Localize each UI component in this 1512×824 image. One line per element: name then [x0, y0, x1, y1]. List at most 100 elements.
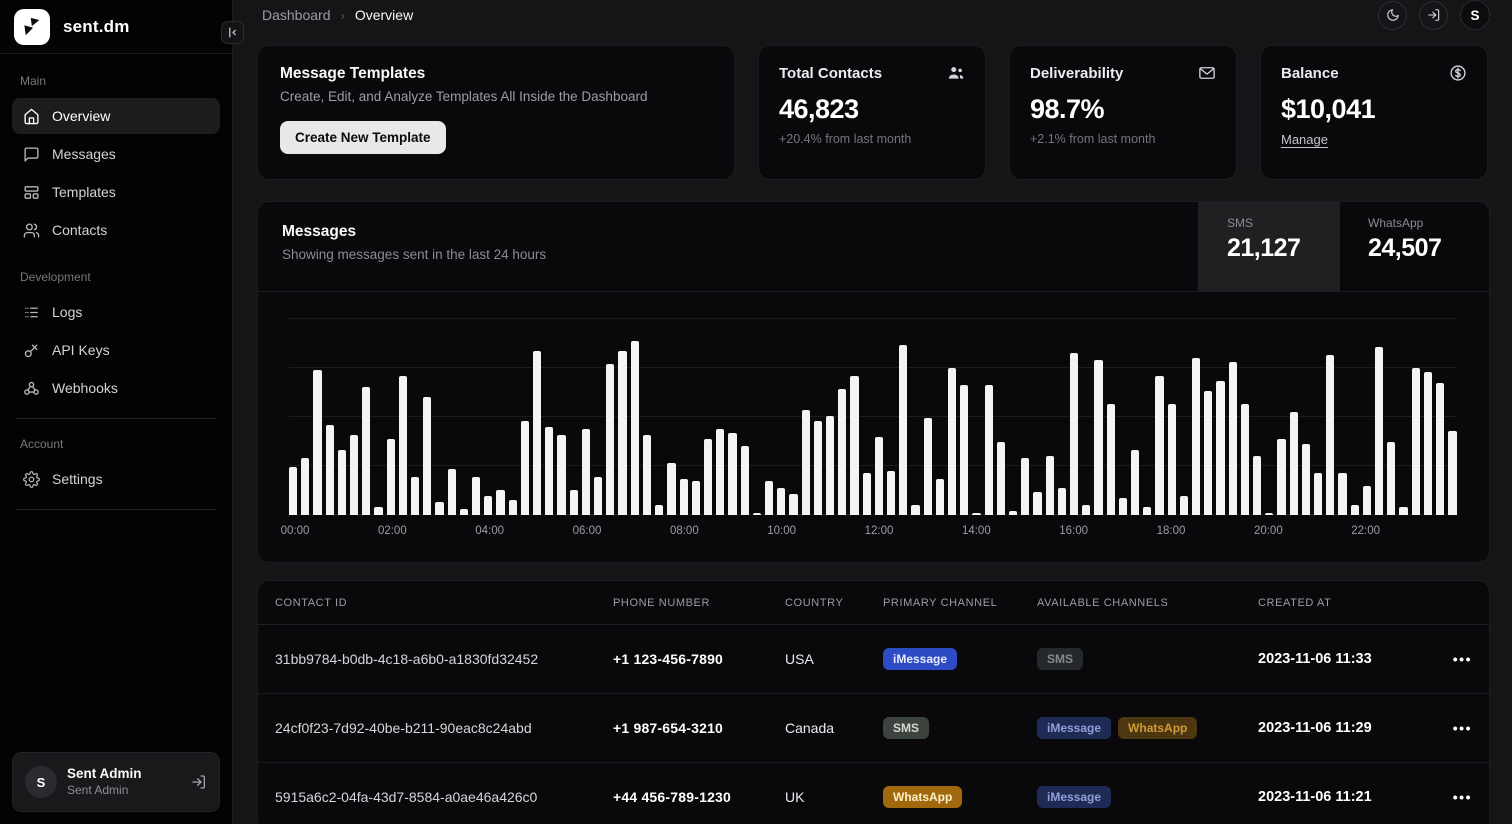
tab-whatsapp[interactable]: WhatsApp 24,507 [1339, 202, 1489, 291]
bar [509, 500, 517, 515]
sidebar-item-label: Templates [52, 184, 116, 200]
avatar[interactable]: S [1460, 0, 1490, 30]
available-channel-badge: iMessage [1037, 717, 1111, 739]
bar [704, 439, 712, 515]
signout-button[interactable] [1419, 1, 1448, 30]
column-header: PRIMARY CHANNEL [883, 597, 1037, 609]
bar [1094, 360, 1102, 515]
bar [667, 463, 675, 516]
bar [924, 418, 932, 515]
contact-id-cell: 31bb9784-b0db-4c18-a6b0-a1830fd32452 [275, 651, 613, 667]
available-channels-cell: iMessage [1037, 786, 1258, 808]
topbar: Dashboard › Overview S [233, 0, 1512, 30]
bar [338, 450, 346, 515]
logout-icon[interactable] [191, 774, 207, 790]
created-at-cell: 2023-11-06 11:33 [1258, 651, 1432, 667]
x-tick-label: 04:00 [475, 525, 504, 537]
available-channel-badge: iMessage [1037, 786, 1111, 808]
sidebar-collapse-button[interactable] [221, 21, 244, 44]
bar [838, 389, 846, 515]
bar [863, 473, 871, 515]
bar [557, 435, 565, 515]
contacts-table: CONTACT IDPHONE NUMBERCOUNTRYPRIMARY CHA… [257, 580, 1490, 824]
column-header: CONTACT ID [275, 597, 613, 609]
sidebar-item-templates[interactable]: Templates [12, 174, 220, 210]
messages-panel: Messages Showing messages sent in the la… [257, 201, 1490, 563]
app-name: sent.dm [63, 17, 130, 37]
sidebar-item-messages[interactable]: Messages [12, 136, 220, 172]
users-icon [947, 64, 965, 82]
bar [326, 425, 334, 515]
x-tick-label: 20:00 [1254, 525, 1283, 537]
row-actions-menu[interactable]: ••• [1432, 720, 1472, 736]
sidebar-item-label: API Keys [52, 342, 110, 358]
sidebar-item-webhooks[interactable]: Webhooks [12, 370, 220, 406]
stat-value: 46,823 [779, 94, 965, 125]
sidebar-item-api-keys[interactable]: API Keys [12, 332, 220, 368]
bar [802, 410, 810, 515]
user-name: Sent Admin [67, 766, 181, 783]
bar [1290, 412, 1298, 515]
bar [1314, 473, 1322, 515]
bar [1204, 391, 1212, 515]
sidebar: sent.dm Main Overview Messages Templates [0, 0, 233, 824]
bar [1155, 376, 1163, 515]
bar [533, 351, 541, 515]
bar [1009, 511, 1017, 515]
bar [728, 433, 736, 515]
bar [1253, 456, 1261, 515]
bar [948, 368, 956, 515]
user-card[interactable]: S Sent Admin Sent Admin [12, 752, 220, 812]
sidebar-item-settings[interactable]: Settings [12, 461, 220, 497]
theme-toggle-button[interactable] [1378, 1, 1407, 30]
breadcrumb-dashboard[interactable]: Dashboard [262, 7, 331, 23]
bar-series [289, 305, 1457, 515]
manage-balance-link[interactable]: Manage [1281, 132, 1328, 147]
column-header: PHONE NUMBER [613, 597, 785, 609]
bar [448, 469, 456, 515]
bar [765, 481, 773, 515]
bar [1058, 488, 1066, 515]
tab-sms[interactable]: SMS 21,127 [1198, 202, 1339, 291]
bar [960, 385, 968, 515]
x-tick-label: 00:00 [281, 525, 310, 537]
bar [1338, 473, 1346, 515]
panel-collapse-icon [226, 26, 239, 39]
contact-id-cell: 5915a6c2-04fa-43d7-8584-a0ae46a426c0 [275, 789, 613, 805]
sidebar-item-overview[interactable]: Overview [12, 98, 220, 134]
create-template-button[interactable]: Create New Template [280, 121, 446, 154]
bar [680, 479, 688, 515]
column-header: AVAILABLE CHANNELS [1037, 597, 1258, 609]
bar [521, 421, 529, 516]
panel-subtitle: Showing messages sent in the last 24 hou… [282, 247, 1174, 262]
sidebar-item-contacts[interactable]: Contacts [12, 212, 220, 248]
row-actions-menu[interactable]: ••• [1432, 651, 1472, 667]
primary-channel-badge: WhatsApp [883, 786, 962, 808]
available-channel-badge: SMS [1037, 648, 1083, 670]
bar [911, 505, 919, 516]
sidebar-item-logs[interactable]: Logs [12, 294, 220, 330]
sidebar-item-label: Logs [52, 304, 82, 320]
created-at-cell: 2023-11-06 11:21 [1258, 789, 1432, 805]
bar [1302, 444, 1310, 515]
card-title: Deliverability [1030, 65, 1123, 82]
bar [1033, 492, 1041, 515]
bar [545, 427, 553, 515]
x-tick-label: 08:00 [670, 525, 699, 537]
created-at-cell: 2023-11-06 11:29 [1258, 720, 1432, 736]
bar [1082, 505, 1090, 516]
breadcrumb-current: Overview [355, 7, 413, 23]
moon-icon [1386, 8, 1400, 22]
country-cell: USA [785, 651, 883, 667]
tab-value: 24,507 [1368, 234, 1489, 263]
gear-icon [22, 470, 40, 488]
phone-cell: +1 987-654-3210 [613, 720, 785, 736]
nav-section-label: Account [12, 429, 220, 461]
nav-section-label: Main [12, 66, 220, 98]
tab-label: WhatsApp [1368, 216, 1489, 230]
bar [1168, 404, 1176, 515]
sidebar-item-label: Messages [52, 146, 116, 162]
user-role: Sent Admin [67, 783, 181, 798]
sidebar-item-label: Webhooks [52, 380, 118, 396]
row-actions-menu[interactable]: ••• [1432, 789, 1472, 805]
